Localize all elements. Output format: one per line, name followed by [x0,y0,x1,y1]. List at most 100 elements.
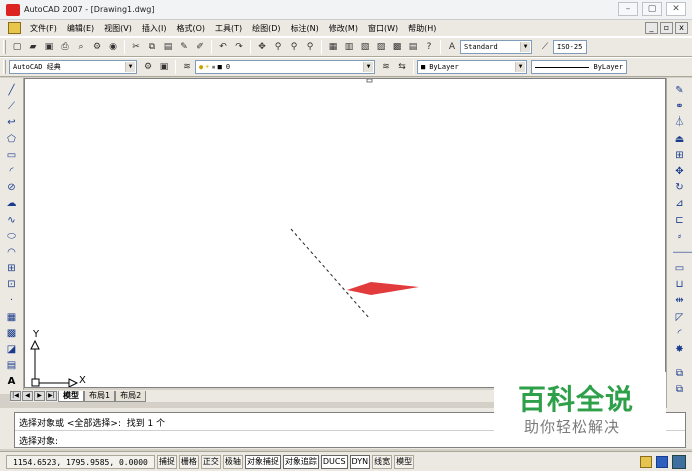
dim-style-select[interactable]: ISO-25 [553,40,587,54]
doc-restore-button[interactable]: ▫ [660,22,673,34]
join-icon[interactable]: ⇹ [673,294,687,308]
revision-cloud-icon[interactable]: ☁ [5,197,19,211]
mirror-icon[interactable]: ⏃ [673,116,687,130]
save-icon[interactable]: ▣ [42,40,56,54]
toolbar-grip[interactable] [3,40,6,54]
multiline-text-icon[interactable]: A [5,375,19,389]
selected-line[interactable] [290,228,371,320]
polyline-icon[interactable]: ↩ [5,116,19,130]
gradient-icon[interactable]: ▩ [5,327,19,341]
toolbar-grip[interactable] [3,60,6,74]
workspace-select[interactable]: AutoCAD 经典 ▼ [9,60,137,74]
insert-block-icon[interactable]: ⊞ [5,262,19,276]
communication-center-icon[interactable] [656,456,668,468]
extend-icon[interactable]: ⸻ [673,246,692,260]
print-preview-icon[interactable]: ⌕ [74,40,88,54]
properties-icon[interactable]: ▦ [326,40,340,54]
dyn-toggle[interactable]: DYN [349,454,371,469]
grid-toggle[interactable]: 栅格 [178,454,199,469]
arc-icon[interactable]: ◜ [5,165,19,179]
break-icon[interactable]: ⊔ [673,278,687,292]
publish-icon[interactable]: ⚙ [90,40,104,54]
match-properties-icon[interactable]: ✎ [177,40,191,54]
maximize-button[interactable]: ▢ [642,2,662,16]
osnap-toggle[interactable]: 对象捕捉 [244,454,281,469]
tab-layout1[interactable]: 布局1 [84,390,116,402]
menu-modify[interactable]: 修改(M) [324,23,363,34]
ortho-toggle[interactable]: 正交 [200,454,221,469]
scale-icon[interactable]: ⊿ [673,197,687,211]
zoom-window-icon[interactable]: ⚲ [287,40,301,54]
menu-insert[interactable]: 插入(I) [137,23,172,34]
menu-edit[interactable]: 编辑(E) [62,23,99,34]
menu-file[interactable]: 文件(F) [25,23,62,34]
print-icon[interactable]: ⎙ [58,40,72,54]
paste-icon[interactable]: ▤ [161,40,175,54]
sheet-set-icon[interactable]: ▨ [374,40,388,54]
help-icon[interactable]: ? [422,40,436,54]
erase-icon[interactable]: ✎ [673,84,687,98]
draw-order-icon[interactable]: ⧉ [673,367,687,381]
3d-dwf-icon[interactable]: ◉ [106,40,120,54]
undo-icon[interactable]: ↶ [216,40,230,54]
chamfer-icon[interactable]: ◸ [673,311,687,325]
menu-dimension[interactable]: 标注(N) [286,23,324,34]
tab-model[interactable]: 模型 [58,390,84,402]
construction-line-icon[interactable]: ⟋ [5,100,19,114]
viewport-grip[interactable] [366,79,373,83]
new-file-icon[interactable]: ▢ [10,40,24,54]
first-tab-button[interactable]: |◀ [10,391,21,401]
block-editor-icon[interactable]: ✐ [193,40,207,54]
workspace-save-icon[interactable]: ▣ [157,60,171,74]
rectangle-icon[interactable]: ▭ [5,149,19,163]
redo-icon[interactable]: ↷ [232,40,246,54]
break-at-point-icon[interactable]: ▭ [673,262,687,276]
coordinate-readout[interactable]: 1154.6523, 1795.9585, 0.0000 [6,454,155,469]
close-button[interactable]: ✕ [666,2,686,16]
menu-help[interactable]: 帮助(H) [403,23,441,34]
color-select[interactable]: ■ ByLayer ▼ [417,60,527,74]
drawing-canvas[interactable]: Y X [24,78,666,388]
stretch-icon[interactable]: ⊏ [673,214,687,228]
region-icon[interactable]: ◪ [5,343,19,357]
clean-screen-icon[interactable] [672,455,686,469]
tool-palettes-icon[interactable]: ▧ [358,40,372,54]
array-icon[interactable]: ⊞ [673,149,687,163]
zoom-realtime-icon[interactable]: ⚲ [271,40,285,54]
ellipse-icon[interactable]: ⬭ [5,230,19,244]
layer-select[interactable]: ● ☀ ▪ ■ 0 ▼ [195,60,375,74]
table-icon[interactable]: ▤ [5,359,19,373]
line-icon[interactable]: ╱ [5,84,19,98]
last-tab-button[interactable]: ▶| [46,391,57,401]
rotate-icon[interactable]: ↻ [673,181,687,195]
circle-icon[interactable]: ⊘ [5,181,19,195]
calculator-icon[interactable]: ▤ [406,40,420,54]
menu-window[interactable]: 窗口(W) [363,23,403,34]
offset-icon[interactable]: ⏏ [673,133,687,147]
fillet-icon[interactable]: ◜ [673,327,687,341]
doc-close-button[interactable]: x [675,22,688,34]
doc-minimize-button[interactable]: _ [645,22,658,34]
point-icon[interactable]: · [5,294,19,308]
trim-icon[interactable]: ⸗ [673,230,687,244]
bring-to-front-icon[interactable]: ⧉ [673,383,687,397]
tab-layout2[interactable]: 布局2 [115,390,147,402]
menu-draw[interactable]: 绘图(D) [247,23,285,34]
otrack-toggle[interactable]: 对象追踪 [282,454,319,469]
zoom-previous-icon[interactable]: ⚲ [303,40,317,54]
polygon-icon[interactable]: ⬠ [5,133,19,147]
next-tab-button[interactable]: ▶ [34,391,45,401]
menu-format[interactable]: 格式(O) [171,23,210,34]
model-toggle[interactable]: 模型 [394,454,415,469]
explode-icon[interactable]: ✸ [673,343,687,357]
menu-tools[interactable]: 工具(T) [210,23,247,34]
lock-toolbar-icon[interactable] [640,456,652,468]
cut-icon[interactable]: ✂ [129,40,143,54]
dim-style-icon[interactable]: ⟋ [538,40,552,54]
make-current-layer-icon[interactable]: ≋ [379,60,393,74]
text-style-icon[interactable]: A [445,40,459,54]
layer-previous-icon[interactable]: ⇆ [395,60,409,74]
document-icon[interactable] [8,22,21,34]
open-file-icon[interactable]: ▰ [26,40,40,54]
ellipse-arc-icon[interactable]: ◠ [5,246,19,260]
